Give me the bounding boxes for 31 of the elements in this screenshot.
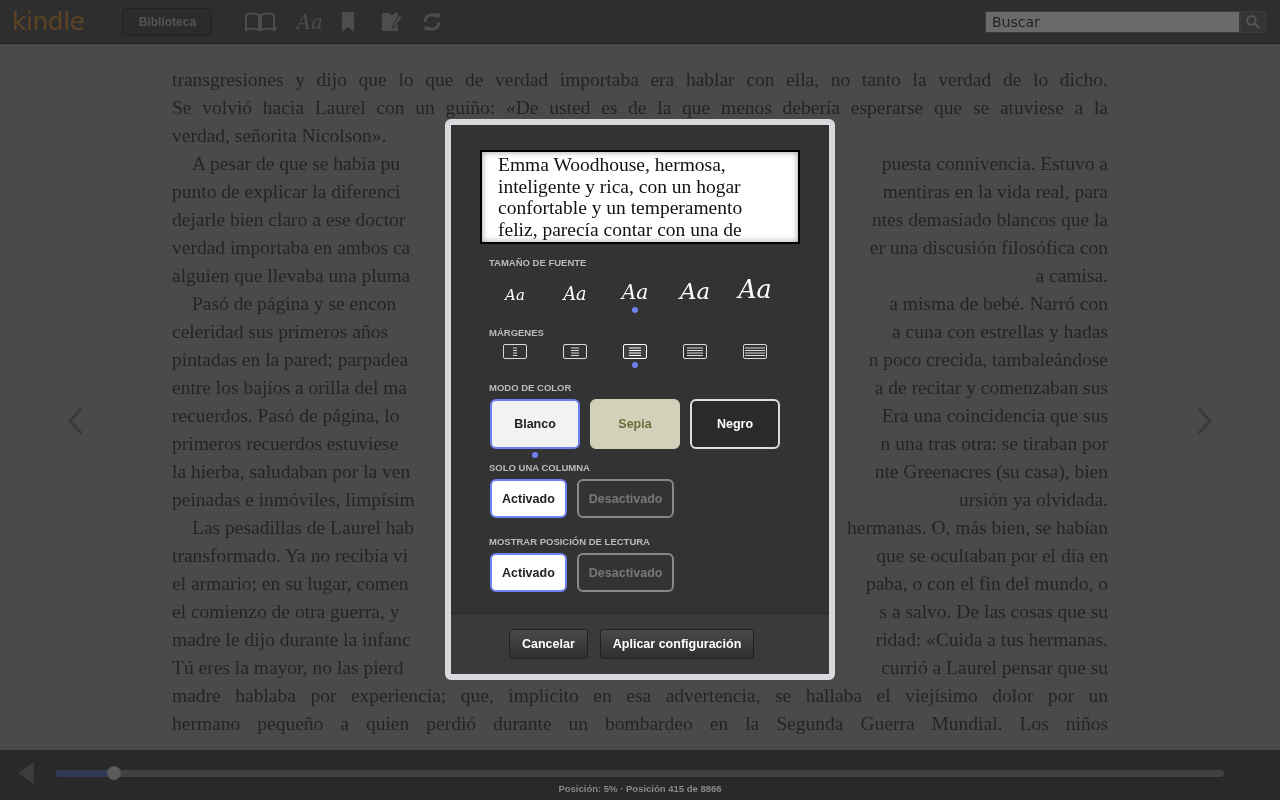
section-label: MÁRGENES bbox=[489, 327, 545, 338]
toggle-button[interactable]: Activado bbox=[490, 479, 567, 518]
font-size-option[interactable]: Aa bbox=[665, 278, 725, 313]
color-mode-button[interactable]: Negro bbox=[690, 399, 780, 449]
progress-slider[interactable] bbox=[56, 769, 1224, 777]
search-field[interactable]: Buscar bbox=[985, 10, 1240, 33]
notes-icon[interactable] bbox=[380, 10, 403, 33]
book-icon[interactable] bbox=[244, 10, 279, 33]
section-label: TAMAÑO DE FUENTE bbox=[489, 257, 588, 268]
margin-lines-icon bbox=[503, 344, 527, 359]
color-mode-button[interactable]: Blanco bbox=[490, 399, 580, 449]
color-mode-button[interactable]: Sepia bbox=[590, 399, 680, 449]
font-size-option[interactable]: Aa bbox=[485, 286, 545, 313]
reading-position: Posición: 5% · Posición 415 de 8866 bbox=[558, 783, 722, 794]
preview-text: Emma Woodhouse, hermosa, inteligente y rica, con un hogar confortable y un temperamento feliz, parecía contar con una de bbox=[480, 150, 800, 244]
font-size-option[interactable]: Aa bbox=[725, 274, 785, 313]
section-label: SOLO UNA COLUMNA bbox=[489, 462, 591, 473]
toggle-button[interactable]: Activado bbox=[490, 553, 567, 592]
bookmark-icon[interactable] bbox=[340, 10, 355, 33]
search-icon bbox=[1246, 14, 1260, 29]
margin-lines-icon bbox=[683, 344, 707, 359]
font-size-option[interactable]: Aa bbox=[605, 280, 665, 313]
font-size-option[interactable]: Aa bbox=[545, 284, 605, 313]
search-button[interactable] bbox=[1240, 10, 1266, 33]
margin-lines-icon bbox=[743, 344, 767, 359]
apply-button[interactable]: Aplicar configuración bbox=[599, 629, 755, 659]
section-label: MODO DE COLOR bbox=[489, 382, 573, 393]
margin-lines-icon bbox=[563, 344, 587, 359]
margin-lines-icon bbox=[623, 344, 647, 359]
section-label: MOSTRAR POSICIÓN DE LECTURA bbox=[489, 536, 651, 547]
cancel-button[interactable]: Cancelar bbox=[509, 629, 588, 659]
